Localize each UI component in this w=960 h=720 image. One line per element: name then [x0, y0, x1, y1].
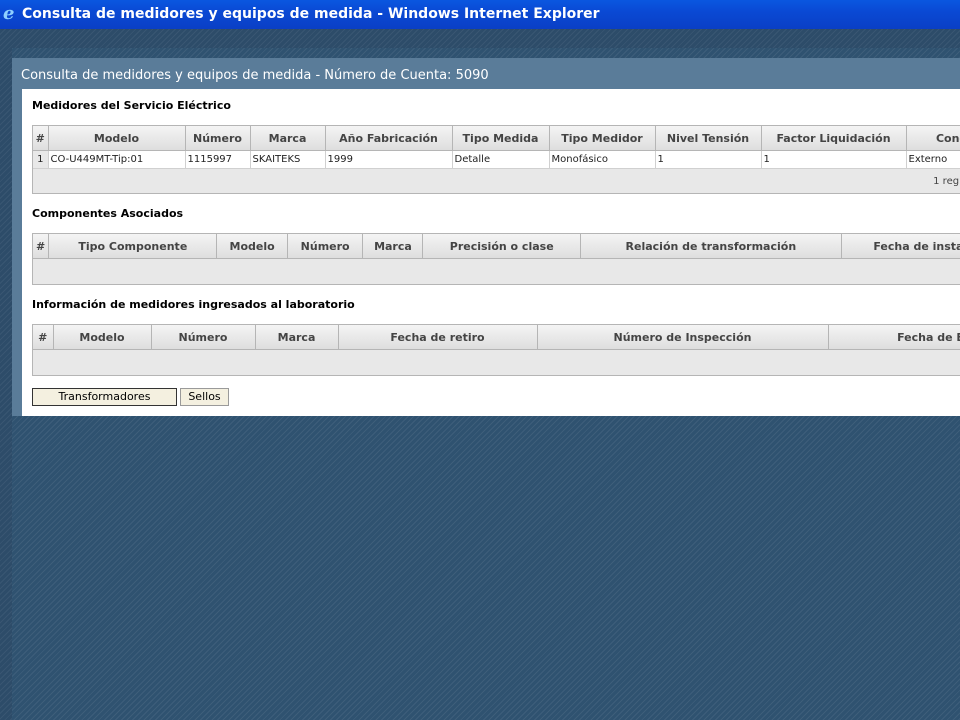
- medidores-col-numero[interactable]: Número: [185, 126, 251, 151]
- laboratorio-grid: # Modelo Número Marca Fecha de retiro Nú…: [32, 324, 960, 376]
- medidores-col-condicion[interactable]: Condi: [906, 126, 960, 151]
- row-number: 1: [33, 150, 49, 169]
- laboratorio-col-numero-inspeccion[interactable]: Número de Inspección: [537, 325, 829, 350]
- medidores-record-count: 1 registro: [933, 176, 960, 187]
- internet-explorer-icon: e: [3, 3, 15, 24]
- componentes-col-numero[interactable]: Número: [287, 234, 364, 259]
- content-panel: Consulta de medidores y equipos de medid…: [12, 58, 960, 416]
- componentes-col-fecha-instalacion[interactable]: Fecha de instalación: [841, 234, 960, 259]
- laboratorio-section-title: Información de medidores ingresados al l…: [32, 298, 355, 311]
- componentes-col-relacion-transformacion[interactable]: Relación de transformación: [580, 234, 842, 259]
- medidores-col-tipo-medidor[interactable]: Tipo Medidor: [549, 126, 656, 151]
- cell-tipo-medida: Detalle: [452, 150, 550, 169]
- medidores-col-nivel-tension[interactable]: Nivel Tensión: [655, 126, 762, 151]
- cell-numero: 1115997: [185, 150, 251, 169]
- window-title: Consulta de medidores y equipos de medid…: [22, 6, 600, 22]
- componentes-col-index[interactable]: #: [33, 234, 50, 259]
- medidores-section-title: Medidores del Servicio Eléctrico: [32, 99, 231, 112]
- componentes-section-title: Componentes Asociados: [32, 207, 184, 220]
- laboratorio-col-fecha-entrega[interactable]: Fecha de E: [828, 325, 960, 350]
- cell-modelo: CO-U449MT-Tip:01: [48, 150, 186, 169]
- medidores-grid: # Modelo Número Marca Año Fabricación Ti…: [32, 125, 960, 194]
- panel-body: Medidores del Servicio Eléctrico # Model…: [22, 89, 960, 416]
- cell-factor-liquidacion: 1: [761, 150, 907, 169]
- medidores-col-index[interactable]: #: [33, 126, 49, 151]
- medidores-col-ano-fabricacion[interactable]: Año Fabricación: [325, 126, 453, 151]
- componentes-col-marca[interactable]: Marca: [362, 234, 424, 259]
- laboratorio-col-index[interactable]: #: [33, 325, 54, 350]
- transformadores-button[interactable]: Transformadores: [32, 388, 177, 406]
- cell-condicion: Externo: [906, 150, 960, 169]
- medidores-col-factor-liquidacion[interactable]: Factor Liquidación: [761, 126, 907, 151]
- page-title: Consulta de medidores y equipos de medid…: [21, 68, 489, 83]
- componentes-col-tipo-componente[interactable]: Tipo Componente: [48, 234, 218, 259]
- medidores-col-marca[interactable]: Marca: [250, 126, 326, 151]
- table-row[interactable]: 1 CO-U449MT-Tip:01 1115997 SKAITEKS 1999…: [33, 150, 960, 169]
- laboratorio-col-marca[interactable]: Marca: [255, 325, 339, 350]
- cell-nivel-tension: 1: [655, 150, 762, 169]
- medidores-col-tipo-medida[interactable]: Tipo Medida: [452, 126, 550, 151]
- componentes-grid: # Tipo Componente Modelo Número Marca Pr…: [32, 233, 960, 285]
- componentes-col-modelo[interactable]: Modelo: [216, 234, 288, 259]
- cell-marca: SKAITEKS: [250, 150, 326, 169]
- laboratorio-col-fecha-retiro[interactable]: Fecha de retiro: [338, 325, 538, 350]
- sellos-button[interactable]: Sellos: [180, 388, 229, 406]
- cell-ano-fabricacion: 1999: [325, 150, 453, 169]
- medidores-col-modelo[interactable]: Modelo: [48, 126, 186, 151]
- laboratorio-col-numero[interactable]: Número: [151, 325, 256, 350]
- window-titlebar[interactable]: e Consulta de medidores y equipos de med…: [0, 0, 960, 29]
- componentes-col-precision[interactable]: Precisión o clase: [422, 234, 582, 259]
- cell-tipo-medidor: Monofásico: [549, 150, 656, 169]
- laboratorio-col-modelo[interactable]: Modelo: [53, 325, 152, 350]
